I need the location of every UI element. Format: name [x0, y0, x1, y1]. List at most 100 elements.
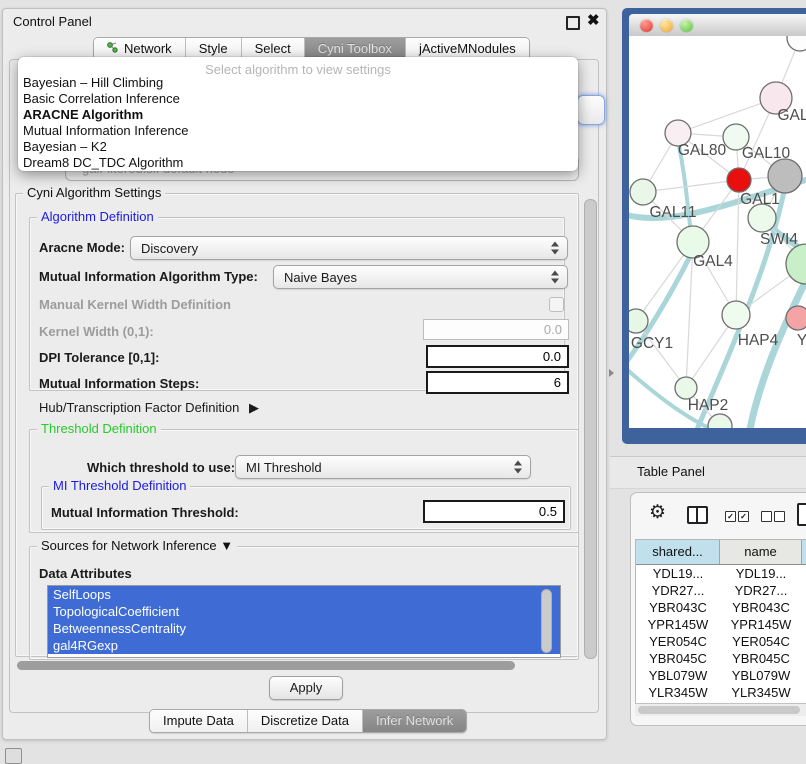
aracne-mode-value: Discovery	[141, 241, 198, 256]
algorithm-option-bayesian-k2[interactable]: Bayesian – K2	[18, 139, 578, 155]
table-cell: 8.	[802, 633, 806, 650]
data-attributes-label: Data Attributes	[39, 566, 132, 581]
table-row[interactable]: YDR27...YDR27...12	[636, 582, 806, 599]
table-row[interactable]: YER054CYER054C8.	[636, 633, 806, 650]
algorithm-option-mutual-information-inference[interactable]: Mutual Information Inference	[18, 123, 578, 139]
manual-kernel-label: Manual Kernel Width Definition	[39, 297, 231, 312]
attribute-item-topologicalcoefficient[interactable]: TopologicalCoefficient	[48, 603, 560, 620]
kernel-width-label: Kernel Width (0,1):	[39, 324, 154, 339]
table-row[interactable]: YPR145WYPR145W9.	[636, 616, 806, 633]
tab-impute-data[interactable]: Impute Data	[150, 710, 247, 732]
network-edge	[643, 180, 739, 192]
data-attributes-list[interactable]: SelfLoopsTopologicalCoefficientBetweenne…	[47, 585, 561, 658]
network-node-label: GAL10	[742, 145, 791, 162]
stepper-icon	[514, 461, 523, 474]
column-header-2[interactable]	[802, 540, 806, 564]
network-node-label: Y	[797, 332, 806, 349]
dpi-tolerance-label: DPI Tolerance [0,1]:	[39, 350, 159, 365]
network-node-gal1[interactable]	[748, 204, 776, 232]
settings-horizontal-scrollbar[interactable]	[17, 661, 515, 670]
attribute-item-selfloops[interactable]: SelfLoops	[48, 586, 560, 603]
mi-type-label: Mutual Information Algorithm Type:	[39, 269, 258, 284]
table-row[interactable]: YLR345WYLR345W9.	[636, 684, 806, 701]
select-all-icon-2[interactable]: ✓	[738, 511, 749, 522]
attribute-item-gal4rgexp[interactable]: gal4RGexp	[48, 637, 560, 654]
mi-type-combo[interactable]: Naive Bayes	[273, 265, 568, 289]
float-window-icon[interactable]	[566, 16, 580, 30]
which-threshold-combo[interactable]: MI Threshold	[235, 455, 531, 479]
table-row[interactable]: YBR043CYBR043C	[636, 599, 806, 616]
mi-steps-input[interactable]	[426, 371, 569, 394]
apply-button[interactable]: Apply	[269, 676, 343, 700]
network-node-hap2[interactable]	[675, 377, 697, 399]
table-row[interactable]: YDL19...YDL19...13	[636, 565, 806, 582]
close-traffic-light-icon[interactable]	[640, 19, 653, 32]
select-all-icon[interactable]: ✓	[725, 511, 736, 522]
kernel-width-input[interactable]	[423, 319, 569, 340]
network-canvas[interactable]: GALGAL80GAL10GAL1GAL11SWI4GAL4GCY1HAP4YH…	[629, 36, 806, 428]
gear-icon[interactable]: ⚙	[649, 501, 666, 524]
attributes-scrollbar-thumb[interactable]	[541, 589, 552, 653]
popup-header: Select algorithm to view settings	[18, 57, 578, 75]
table-cell: YBR043C	[636, 599, 720, 616]
close-icon[interactable]: ✖	[587, 11, 600, 29]
deselect-all-icon-2[interactable]	[774, 511, 785, 522]
dpi-tolerance-input[interactable]	[426, 345, 569, 368]
network-window-titlebar[interactable]	[629, 14, 806, 36]
table-panel-header: Table Panel	[610, 456, 806, 489]
table-cell: YPR145W	[720, 616, 802, 633]
network-node-swi4[interactable]	[786, 244, 806, 284]
minimize-traffic-light-icon[interactable]	[660, 19, 673, 32]
table-hscroll-track[interactable]	[635, 703, 806, 716]
table-cell: YLR345W	[720, 684, 802, 701]
network-node-hap4[interactable]	[722, 301, 750, 329]
aracne-mode-combo[interactable]: Discovery	[130, 236, 568, 260]
zoom-traffic-light-icon[interactable]	[680, 19, 693, 32]
threshold-definition-legend: Threshold Definition	[37, 421, 161, 436]
screen: { "panel": { "title": "Control Panel" },…	[0, 0, 806, 762]
network-node[interactable]	[787, 36, 806, 51]
table-row[interactable]: YBL079WYBL079W	[636, 667, 806, 684]
table-cell: 9.	[802, 684, 806, 701]
network-node-label: HAP2	[688, 397, 729, 414]
expanded-arrow-icon: ▼	[220, 538, 233, 553]
table-hscroll-thumb[interactable]	[638, 706, 800, 714]
hub-definition-toggle[interactable]: Hub/Transcription Factor Definition ▶	[39, 400, 259, 416]
table-rows: YDL19...YDL19...13YDR27...YDR27...12YBR0…	[636, 565, 806, 708]
algorithm-option-bayesian-hill-climbing[interactable]: Bayesian – Hill Climbing	[18, 75, 578, 91]
algorithm-option-aracne-algorithm[interactable]: ARACNE Algorithm	[18, 107, 578, 123]
tab-discretize-data[interactable]: Discretize Data	[247, 710, 362, 732]
settings-vertical-scrollbar[interactable]	[584, 199, 597, 659]
which-threshold-value: MI Threshold	[246, 460, 322, 475]
deselect-all-icon[interactable]	[761, 511, 772, 522]
table-cell: YBL079W	[636, 667, 720, 684]
aracne-mode-label: Aracne Mode:	[39, 240, 125, 255]
control-panel-title: Control Panel	[13, 14, 92, 29]
network-node[interactable]	[768, 159, 802, 193]
inference-algorithm-combo-fragment[interactable]	[577, 95, 605, 125]
column-header-shared[interactable]: shared...	[636, 540, 720, 564]
sources-legend[interactable]: Sources for Network Inference ▼	[37, 538, 237, 553]
table-cell: 13	[802, 565, 806, 582]
algorithm-popup-list: Bayesian – Hill ClimbingBasic Correlatio…	[18, 75, 578, 171]
tab-infer-network[interactable]: Infer Network	[362, 710, 466, 732]
manual-kernel-checkbox[interactable]	[549, 297, 564, 312]
network-node-gcy1[interactable]	[629, 309, 648, 333]
network-node-y[interactable]	[786, 306, 806, 330]
network-node[interactable]	[727, 168, 751, 192]
stepper-icon	[551, 271, 560, 284]
attribute-item-betweennesscentrality[interactable]: BetweennessCentrality	[48, 620, 560, 637]
network-node-gal11[interactable]	[630, 179, 656, 205]
mi-threshold-input[interactable]	[423, 500, 565, 523]
split-view-icon[interactable]	[687, 506, 708, 524]
column-header-name[interactable]: name	[720, 540, 802, 564]
stepper-icon	[551, 242, 560, 255]
splitter-handle-icon[interactable]	[609, 369, 614, 377]
table-doc-icon[interactable]	[797, 503, 806, 526]
network-flow-edge	[749, 270, 806, 428]
algorithm-definition-legend: Algorithm Definition	[37, 209, 158, 224]
algorithm-option-basic-correlation-inference[interactable]: Basic Correlation Inference	[18, 91, 578, 107]
tab-label: Infer Network	[376, 710, 453, 732]
algorithm-option-dream8-dc-tdc-algorithm[interactable]: Dream8 DC_TDC Algorithm	[18, 155, 578, 171]
table-row[interactable]: YBR045CYBR045C9.	[636, 650, 806, 667]
